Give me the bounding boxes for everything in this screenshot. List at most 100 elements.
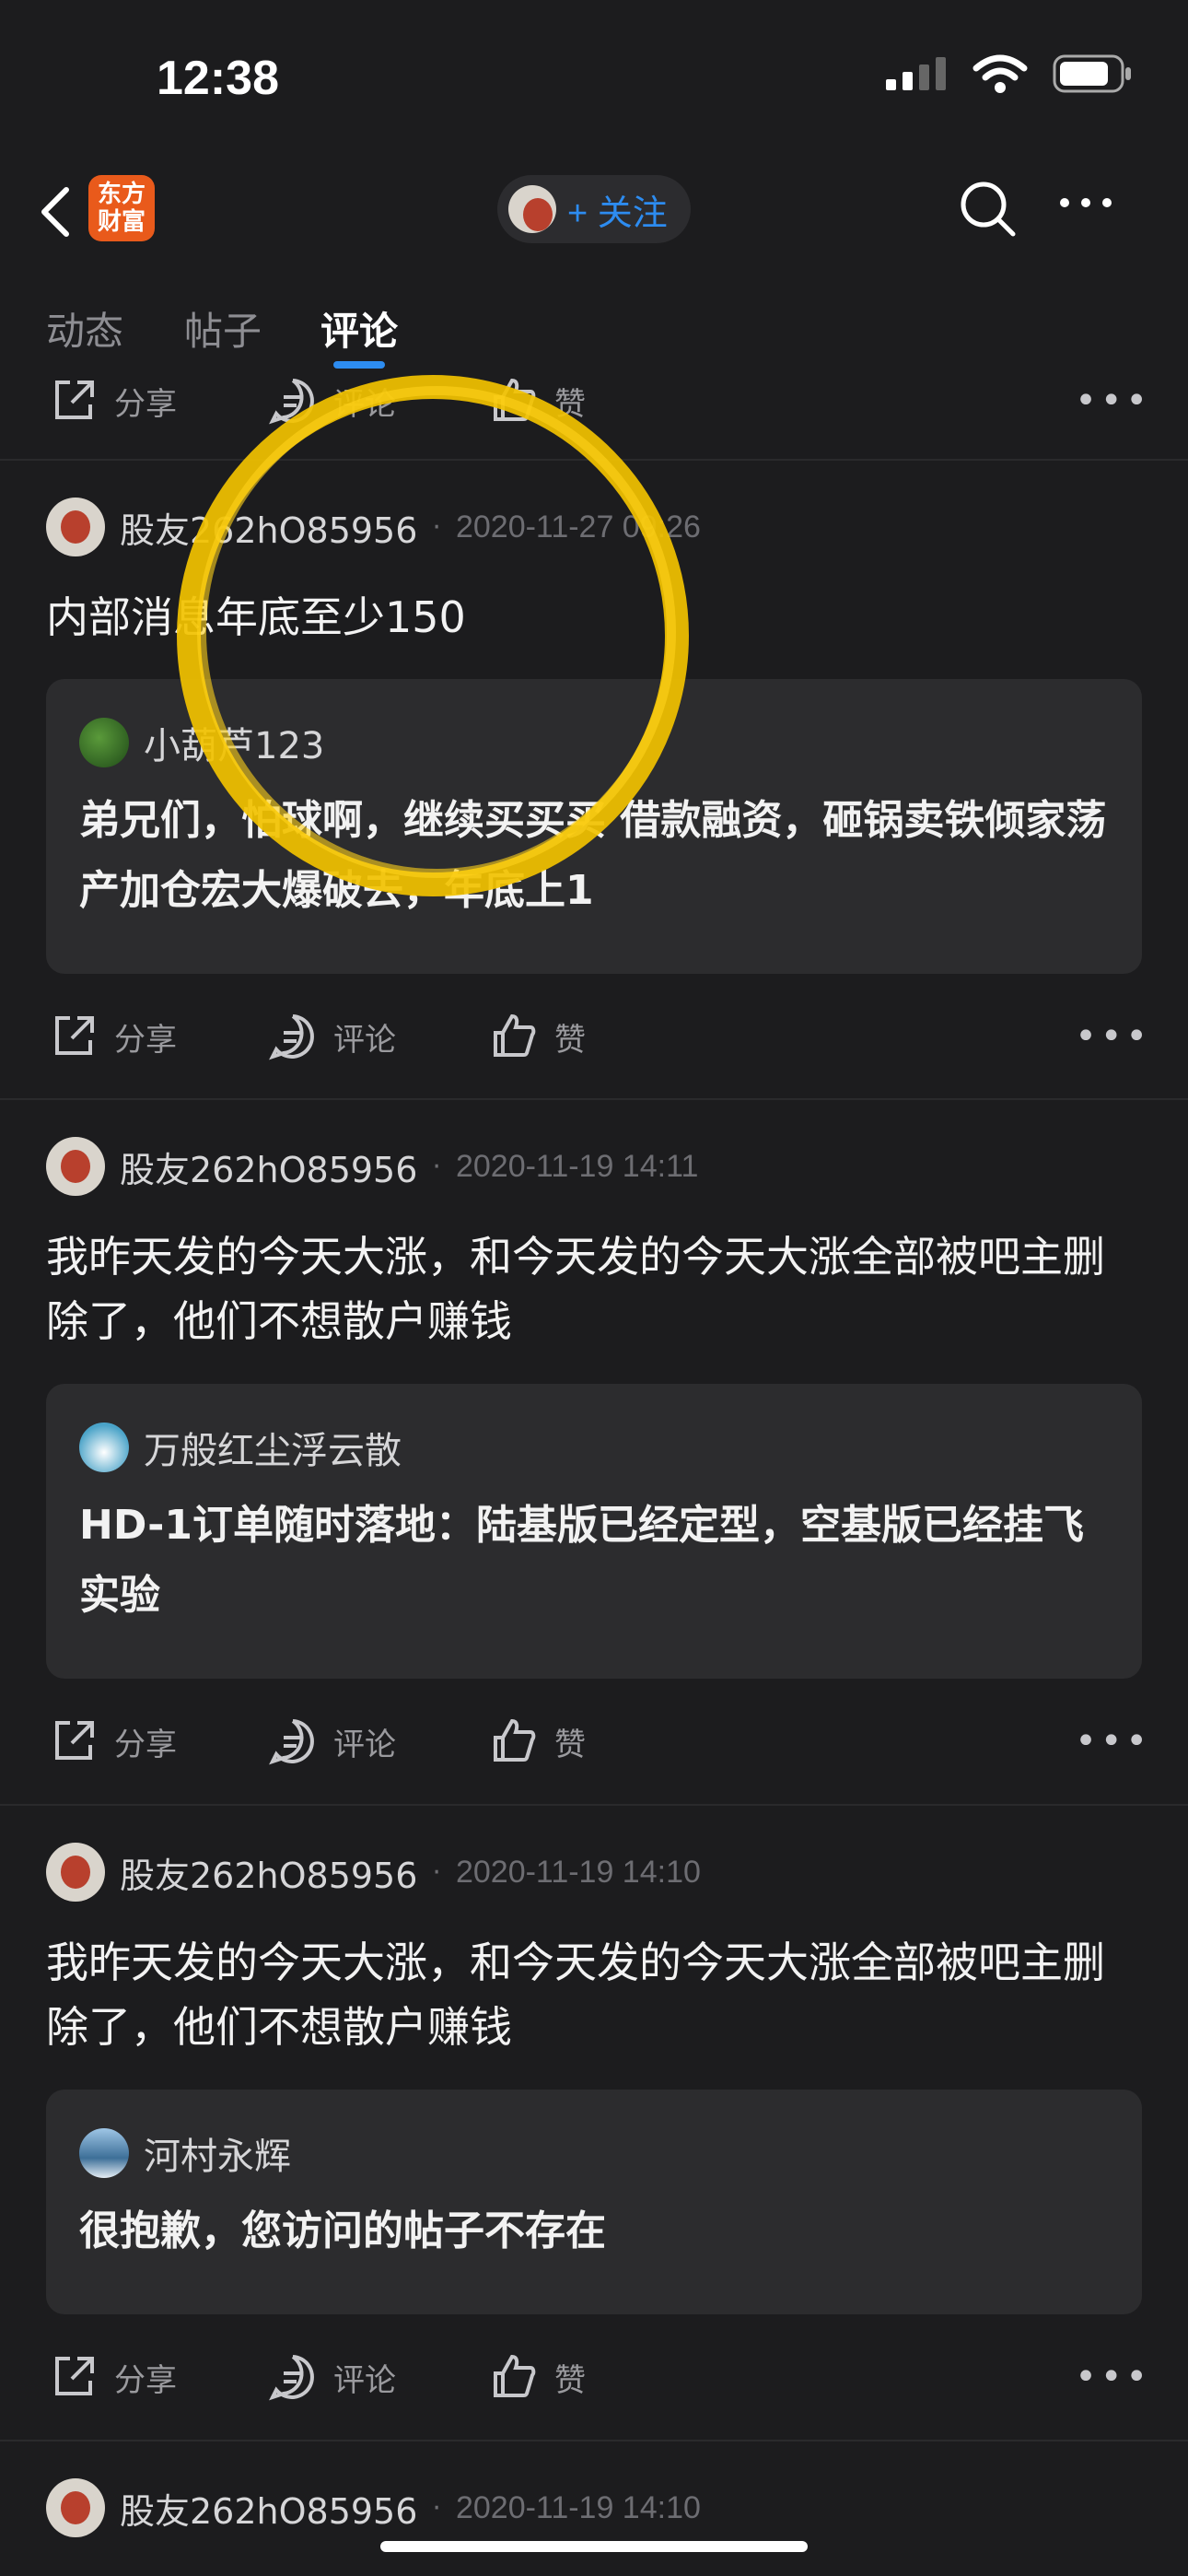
quoted-text: 很抱歉，您访问的帖子不存在	[79, 2207, 606, 2254]
comment-button[interactable]: 评论	[269, 377, 396, 425]
comment-text[interactable]: 我昨天发的今天大涨，和今天发的今天大涨全部被吧主删除了，他们不想散户赚钱	[46, 1930, 1142, 2059]
share-button[interactable]: 分享	[50, 2353, 177, 2401]
share-icon	[55, 1016, 94, 1055]
separator: ·	[432, 2491, 441, 2524]
user-avatar[interactable]	[46, 498, 105, 556]
action-bar: 分享 评论 赞 •••	[0, 986, 1188, 1087]
post-more-button[interactable]: •••	[1075, 2356, 1151, 2398]
comment-icon	[269, 1014, 314, 1060]
post-more-button[interactable]: •••	[1075, 1015, 1151, 1058]
thumbs-up-icon	[494, 1718, 536, 1762]
username[interactable]: 股友262hO85956	[120, 1142, 417, 1192]
comment-label: 评论	[333, 2361, 396, 2399]
comment-label: 评论	[333, 1726, 396, 1763]
thumbs-up-icon	[494, 1013, 536, 1057]
logo-line-2: 财富	[97, 208, 146, 236]
quoted-username: 河村永辉	[144, 2136, 291, 2178]
post-more-button[interactable]: •••	[1075, 380, 1151, 422]
follow-label: + 关注	[567, 193, 668, 233]
comment-header: 股友262hO85956 · 2020-11-19 14:10	[46, 2478, 701, 2537]
quoted-username: 小葫芦123	[144, 725, 325, 767]
share-label: 分享	[114, 1021, 177, 1059]
profile-avatar	[508, 185, 556, 233]
share-button[interactable]: 分享	[50, 377, 177, 425]
share-button[interactable]: 分享	[50, 1013, 177, 1060]
comment-header: 股友262hO85956 · 2020-11-19 14:11	[46, 1137, 698, 1196]
divider	[0, 1098, 1188, 1100]
home-indicator[interactable]	[380, 2541, 808, 2552]
share-button[interactable]: 分享	[50, 1717, 177, 1765]
timestamp: 2020-11-19 14:11	[455, 1148, 699, 1184]
quoted-text: HD-1订单随时落地：陆基版已经定型，空基版已经挂飞实验	[79, 1502, 1085, 1619]
action-bar: 分享 评论 赞 •••	[0, 1691, 1188, 1792]
comment-button[interactable]: 评论	[269, 1013, 396, 1060]
divider	[0, 459, 1188, 461]
quoted-header: 河村永辉	[79, 2126, 1109, 2180]
quoted-header: 小葫芦123	[79, 716, 1109, 769]
separator: ·	[432, 1150, 441, 1183]
tab-comments[interactable]: 评论	[320, 300, 398, 357]
share-icon	[55, 1721, 94, 1760]
search-icon	[961, 181, 1016, 237]
back-button[interactable]	[37, 184, 74, 240]
comment-text[interactable]: 内部消息年底至少150	[46, 585, 1142, 650]
quoted-header: 万般红尘浮云散	[79, 1421, 1109, 1474]
share-label: 分享	[114, 385, 177, 423]
like-button[interactable]: 赞	[490, 1013, 586, 1060]
action-bar: 分享 评论 赞 •••	[0, 350, 1188, 451]
like-label: 赞	[554, 385, 586, 423]
divider	[0, 2440, 1188, 2441]
like-label: 赞	[554, 1726, 586, 1763]
username[interactable]: 股友262hO85956	[120, 502, 417, 553]
timestamp: 2020-11-19 14:10	[455, 2489, 701, 2525]
user-avatar[interactable]	[46, 1843, 105, 1902]
comment-button[interactable]: 评论	[269, 1717, 396, 1765]
quoted-text: 弟兄们，怕球啊，继续买买买 借款融资，砸锅卖铁倾家荡产加仓宏大爆破去，年底上1	[79, 797, 1107, 914]
share-label: 分享	[114, 2361, 177, 2399]
comment-button[interactable]: 评论	[269, 2353, 396, 2401]
user-avatar[interactable]	[46, 1137, 105, 1196]
quoted-username: 万般红尘浮云散	[144, 1430, 402, 1472]
timestamp: 2020-11-27 09:26	[455, 509, 701, 544]
app-logo[interactable]: 东方 财富	[88, 175, 155, 241]
battery-icon	[1052, 53, 1133, 98]
tab-dynamics[interactable]: 动态	[46, 300, 123, 357]
comment-text[interactable]: 我昨天发的今天大涨，和今天发的今天大涨全部被吧主删除了，他们不想散户赚钱	[46, 1224, 1142, 1353]
thumbs-up-icon	[494, 378, 536, 421]
separator: ·	[432, 510, 441, 544]
username[interactable]: 股友262hO85956	[120, 1847, 417, 1898]
nav-bar: 东方 财富 + 关注	[0, 157, 1188, 267]
more-options-button[interactable]	[1057, 193, 1114, 216]
tab-posts[interactable]: 帖子	[184, 300, 262, 357]
follow-button[interactable]: + 关注	[497, 175, 691, 243]
post-more-button[interactable]: •••	[1075, 1720, 1151, 1762]
status-time: 12:38	[157, 52, 279, 105]
like-button[interactable]: 赞	[490, 2353, 586, 2401]
cellular-signal-icon	[884, 55, 949, 96]
like-label: 赞	[554, 1021, 586, 1059]
status-icons	[884, 53, 1133, 98]
separator: ·	[432, 1856, 441, 1889]
comment-header: 股友262hO85956 · 2020-11-27 09:26	[46, 498, 701, 556]
comment-icon	[269, 2355, 314, 2401]
quoted-user-avatar	[79, 718, 129, 767]
comment-header: 股友262hO85956 · 2020-11-19 14:10	[46, 1843, 701, 1902]
user-avatar[interactable]	[46, 2478, 105, 2537]
like-button[interactable]: 赞	[490, 377, 586, 425]
like-label: 赞	[554, 2361, 586, 2399]
comment-icon	[269, 1719, 314, 1765]
wifi-icon	[973, 53, 1028, 98]
quoted-post[interactable]: 河村永辉 很抱歉，您访问的帖子不存在	[46, 2090, 1142, 2314]
quoted-post[interactable]: 万般红尘浮云散 HD-1订单随时落地：陆基版已经定型，空基版已经挂飞实验	[46, 1384, 1142, 1679]
action-bar: 分享 评论 赞 •••	[0, 2326, 1188, 2428]
username[interactable]: 股友262hO85956	[120, 2483, 417, 2534]
quoted-post[interactable]: 小葫芦123 弟兄们，怕球啊，继续买买买 借款融资，砸锅卖铁倾家荡产加仓宏大爆破…	[46, 679, 1142, 974]
chevron-left-icon	[41, 187, 69, 237]
like-button[interactable]: 赞	[490, 1717, 586, 1765]
thumbs-up-icon	[494, 2354, 536, 2397]
timestamp: 2020-11-19 14:10	[455, 1854, 701, 1890]
share-label: 分享	[114, 1726, 177, 1763]
search-button[interactable]	[958, 179, 1019, 240]
more-icon	[1060, 198, 1112, 207]
share-icon	[55, 381, 94, 419]
